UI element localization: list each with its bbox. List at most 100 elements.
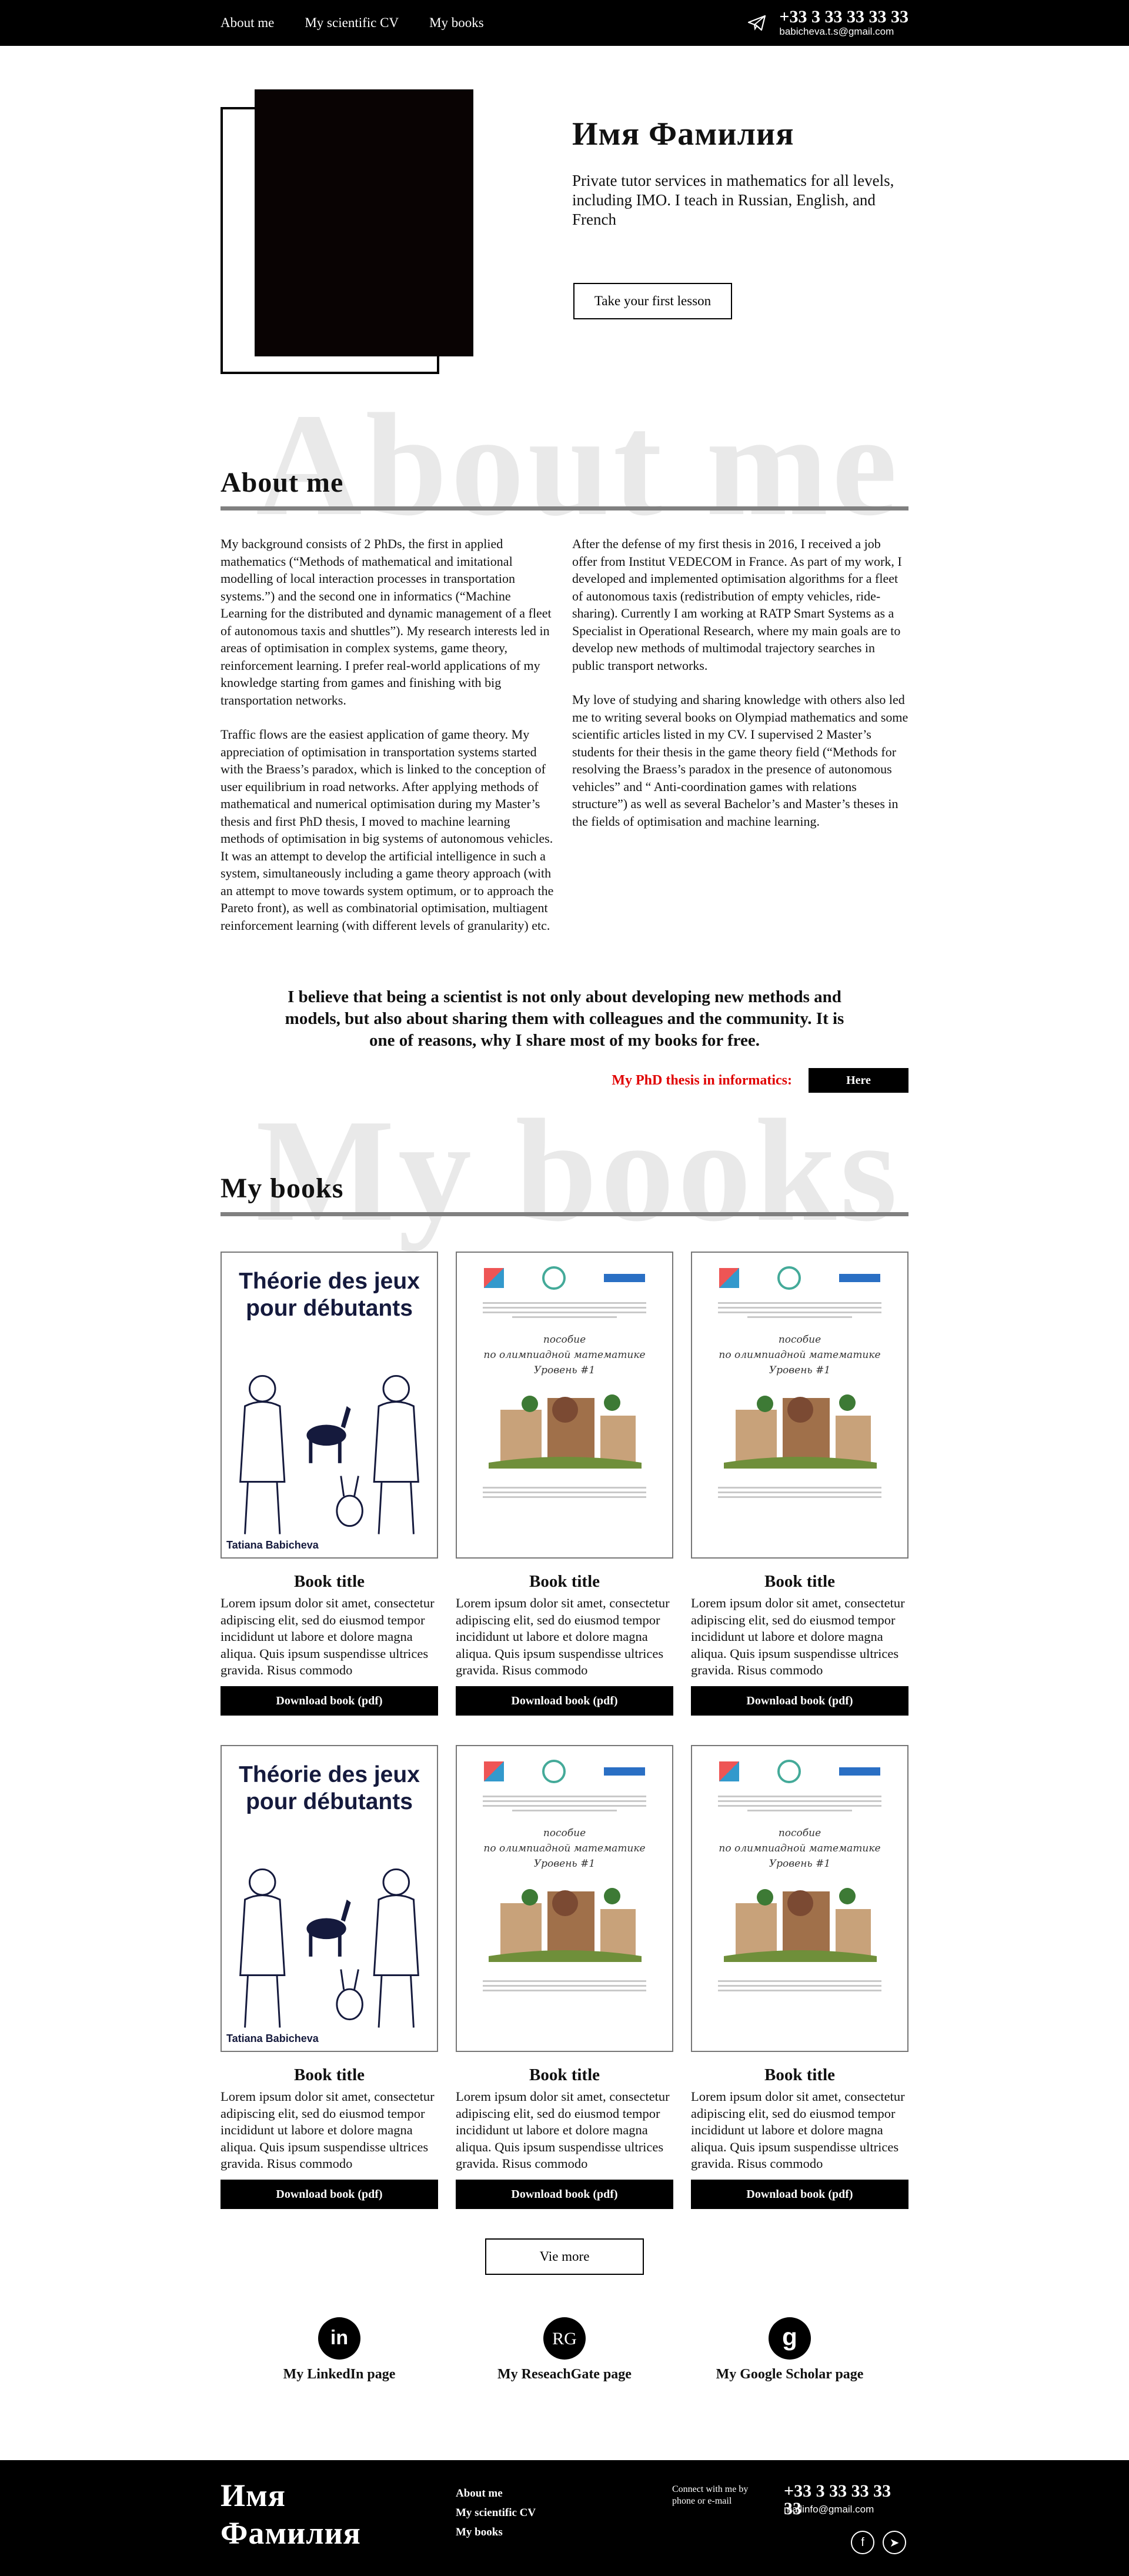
cover-line: пособие (543, 1827, 586, 1839)
google-scholar-label: My Google Scholar page (716, 2367, 864, 2382)
book-card: Théorie des jeux pour débutants Tatiana B… (221, 1745, 438, 2209)
about-paragraph: My background consists of 2 PhDs, the fi… (221, 536, 552, 708)
top-navbar: About me My scientific CV My books +33 3… (0, 0, 1129, 46)
site-footer: Имя Фамилия About me My scientific CV My… (0, 2460, 1129, 2576)
cover-line: Уровень #1 (533, 1364, 596, 1376)
books-title: My books (221, 1173, 344, 1204)
download-book-button[interactable]: Download book (pdf) (221, 1686, 438, 1716)
cover-title: Théorie des jeux pour débutants (239, 1269, 420, 1321)
about-body: My background consists of 2 PhDs, the fi… (221, 535, 908, 951)
cover-logos (465, 1263, 664, 1293)
hero-section: Имя Фамилия Private tutor services in ma… (221, 46, 908, 375)
footer-social: f ➤ (851, 2531, 906, 2554)
cover-fine-print (700, 1980, 899, 1991)
book-description: Lorem ipsum dolor sit amet, consectetur … (221, 1596, 435, 1677)
hero-description: Private tutor services in mathematics fo… (572, 172, 894, 228)
about-right-column: After the defense of my first thesis in … (572, 535, 908, 951)
book-cover[interactable]: пособие по олимпиадной математике Уровень … (456, 1252, 673, 1559)
logo-icon (719, 1268, 740, 1288)
footer-name: Имя Фамилия (221, 2478, 361, 2551)
book-cover[interactable]: Théorie des jeux pour débutants Tatiana B… (221, 1252, 438, 1559)
book-card: пособие по олимпиадной математике Уровень … (456, 1745, 673, 2209)
logo-icon (603, 1274, 645, 1282)
hero-name: Имя Фамилия (572, 116, 794, 152)
logo-icon (839, 1274, 880, 1282)
google-scholar-link[interactable]: g My Google Scholar page (702, 2317, 878, 2383)
download-book-button[interactable]: Download book (pdf) (221, 2180, 438, 2209)
nav-about-me[interactable]: About me (221, 15, 274, 31)
nav-scientific-cv[interactable]: My scientific CV (305, 15, 399, 31)
cover-line: Уровень #1 (533, 1858, 596, 1870)
view-more-button[interactable]: Vie more (485, 2238, 644, 2275)
download-book-button[interactable]: Download book (pdf) (691, 1686, 908, 1716)
download-book-button[interactable]: Download book (pdf) (456, 2180, 673, 2209)
linkedin-link[interactable]: in My LinkedIn page (251, 2317, 427, 2383)
book-description: Lorem ipsum dolor sit amet, consectetur … (221, 2089, 435, 2171)
cover-line: пособие (778, 1334, 821, 1346)
book-title: Book title (529, 2066, 600, 2084)
footer-nav-about-me[interactable]: About me (456, 2484, 536, 2503)
book-cover[interactable]: Théorie des jeux pour débutants Tatiana B… (221, 1745, 438, 2052)
cover-line: по олимпиадной математике (483, 1843, 646, 1854)
footer-email[interactable]: mailinfo@gmail.com (784, 2504, 874, 2515)
book-cover[interactable]: пособие по олимпиадной математике Уровень … (456, 1745, 673, 2052)
footer-nav-my-books[interactable]: My books (456, 2522, 536, 2542)
header-phone[interactable]: +33 3 33 33 33 33 (779, 8, 908, 26)
cover-logos (465, 1757, 664, 1786)
header-contact: +33 3 33 33 33 33 babicheva.t.s@gmail.co… (747, 8, 908, 38)
about-paragraph: My love of studying and sharing knowledg… (572, 692, 908, 829)
logo-icon (777, 1266, 801, 1290)
book-title: Book title (764, 1572, 836, 1591)
book-description: Lorem ipsum dolor sit amet, consectetur … (691, 1596, 905, 1677)
cover-title: Théorie des jeux pour débutants (239, 1762, 420, 1814)
book-card: пособие по олимпиадной математике Уровень … (691, 1252, 908, 1716)
book-cover[interactable]: пособие по олимпиадной математике Уровень … (691, 1252, 908, 1559)
google-scholar-icon[interactable]: g (769, 2317, 811, 2360)
cover-fine-print (465, 1487, 664, 1498)
book-card: Théorie des jeux pour débutants Tatiana B… (221, 1252, 438, 1716)
researchgate-label: My ReseachGate page (497, 2367, 632, 2382)
researchgate-link[interactable]: RG My ReseachGate page (476, 2317, 653, 2383)
linkedin-icon[interactable]: in (318, 2317, 360, 2360)
linkedin-glyph: in (330, 2327, 349, 2349)
linkedin-label: My LinkedIn page (283, 2367, 396, 2382)
cover-illustration (724, 1888, 877, 1962)
books-rule (221, 1212, 908, 1216)
cover-line: по олимпиадной математике (483, 1349, 646, 1361)
paper-plane-icon[interactable] (747, 15, 766, 31)
telegram-icon[interactable]: ➤ (883, 2531, 906, 2554)
main-nav: About me My scientific CV My books (221, 15, 484, 31)
cover-logos (700, 1263, 899, 1293)
book-title: Book title (764, 2066, 836, 2084)
book-description: Lorem ipsum dolor sit amet, consectetur … (691, 2089, 905, 2171)
facebook-icon[interactable]: f (851, 2531, 874, 2554)
cover-fine-print (700, 1796, 899, 1811)
cover-fine-print (700, 1302, 899, 1318)
header-email[interactable]: babicheva.t.s@gmail.com (779, 26, 908, 38)
book-description: Lorem ipsum dolor sit amet, consectetur … (456, 1596, 670, 1677)
cover-logos (700, 1757, 899, 1786)
book-title: Book title (293, 2066, 365, 2084)
books-grid: Théorie des jeux pour débutants Tatiana B… (221, 1252, 908, 2209)
google-scholar-glyph: g (782, 2323, 797, 2351)
cover-line: Уровень #1 (769, 1364, 831, 1376)
about-title: About me (221, 467, 344, 498)
book-card: пособие по олимпиадной математике Уровень … (691, 1745, 908, 2209)
footer-nav-scientific-cv[interactable]: My scientific CV (456, 2503, 536, 2522)
cover-fine-print (465, 1980, 664, 1991)
book-description: Lorem ipsum dolor sit amet, consectetur … (456, 2089, 670, 2171)
researchgate-icon[interactable]: RG (543, 2317, 586, 2360)
book-title: Book title (529, 1572, 600, 1591)
download-book-button[interactable]: Download book (pdf) (456, 1686, 673, 1716)
book-cover[interactable]: пособие по олимпиадной математике Уровень … (691, 1745, 908, 2052)
cover-line: пособие (543, 1334, 586, 1346)
thesis-label: My PhD thesis in informatics: (612, 1072, 792, 1088)
about-quote: I believe that being a scientist is not … (285, 987, 844, 1050)
nav-my-books[interactable]: My books (429, 15, 484, 31)
profile-links: in My LinkedIn page RG My ReseachGate pa… (251, 2317, 878, 2383)
cover-line: Уровень #1 (769, 1858, 831, 1870)
download-book-button[interactable]: Download book (pdf) (691, 2180, 908, 2209)
about-rule (221, 506, 908, 510)
take-first-lesson-button[interactable]: Take your first lesson (573, 283, 732, 319)
cover-line: по олимпиадной математике (719, 1843, 881, 1854)
